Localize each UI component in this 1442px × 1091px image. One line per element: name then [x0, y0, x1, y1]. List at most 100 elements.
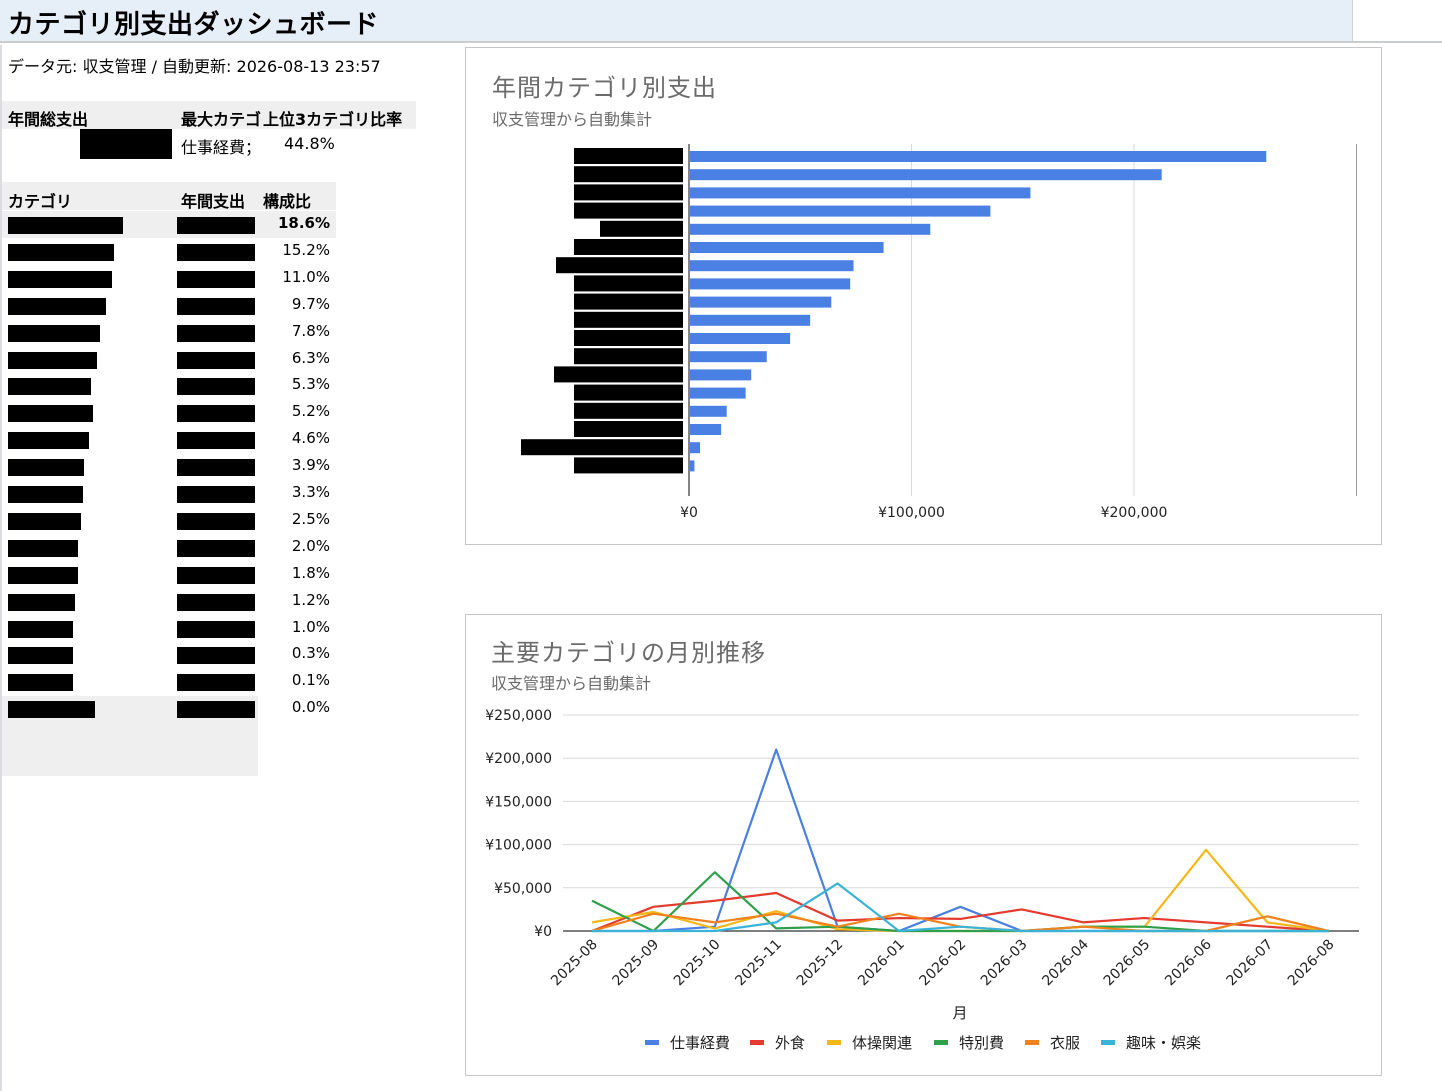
redacted-annual-amount[interactable] — [177, 566, 255, 584]
column-header-category[interactable]: カテゴリ — [8, 188, 72, 212]
kpi-top3-label[interactable]: 上位3カテゴリ比率 — [263, 106, 402, 130]
redacted-bar-label — [600, 220, 683, 237]
redacted-category-name[interactable] — [8, 270, 112, 288]
share-cell[interactable]: 6.3% — [262, 349, 330, 367]
x-tick-label: 2026-02 — [917, 937, 970, 990]
redacted-category-name[interactable] — [8, 539, 78, 557]
redacted-bar-label — [554, 366, 683, 383]
redacted-annual-amount[interactable] — [177, 378, 255, 396]
share-cell[interactable]: 5.3% — [262, 375, 330, 393]
redacted-category-name[interactable] — [8, 351, 97, 369]
redacted-category-name[interactable] — [8, 432, 89, 450]
share-cell[interactable]: 1.2% — [262, 591, 330, 609]
y-tick-label: ¥150,000 — [485, 794, 552, 810]
x-tick-label: 2025-08 — [548, 937, 601, 990]
bar — [690, 424, 722, 435]
redacted-category-name[interactable] — [8, 566, 78, 584]
legend-item: 仕事経費 — [670, 1034, 730, 1052]
legend-item: 外食 — [775, 1034, 805, 1052]
data-source-info[interactable]: データ元: 収支管理 / 自動更新: 2026-08-13 23:57 — [8, 53, 381, 77]
redacted-bar-label — [574, 384, 683, 401]
column-header-share[interactable]: 構成比 — [263, 188, 311, 212]
redacted-annual-amount[interactable] — [177, 674, 255, 692]
kpi-top3-value[interactable]: 44.8% — [284, 134, 335, 153]
redacted-category-name[interactable] — [8, 217, 123, 234]
bar — [690, 260, 854, 272]
redacted-annual-amount[interactable] — [177, 701, 255, 719]
redacted-category-name[interactable] — [8, 324, 100, 342]
redacted-category-name[interactable] — [8, 620, 73, 638]
redacted-category-name[interactable] — [8, 459, 84, 477]
share-cell[interactable]: 2.0% — [262, 537, 330, 555]
share-cell[interactable]: 0.1% — [262, 671, 330, 689]
redacted-total-value[interactable] — [80, 129, 172, 159]
y-tick-label: ¥50,000 — [494, 881, 552, 897]
redacted-category-name[interactable] — [8, 297, 106, 315]
share-cell[interactable]: 0.0% — [262, 698, 330, 716]
bar-chart-panel[interactable]: 年間カテゴリ別支出 収支管理から自動集計 ¥0 ¥100,000 ¥200,000 — [465, 47, 1382, 545]
redacted-category-name[interactable] — [8, 647, 73, 665]
share-cell[interactable]: 0.3% — [262, 644, 330, 662]
x-tick-label: 2026-07 — [1224, 937, 1277, 990]
redacted-category-name[interactable] — [8, 674, 73, 692]
bar — [690, 387, 746, 399]
page-title[interactable]: カテゴリ別支出ダッシュボード — [8, 4, 379, 41]
column-header-annual[interactable]: 年間支出 — [181, 188, 245, 212]
share-cell[interactable]: 15.2% — [262, 241, 330, 259]
bar — [690, 151, 1267, 162]
redacted-annual-amount[interactable] — [177, 486, 255, 503]
redacted-annual-amount[interactable] — [177, 324, 255, 342]
share-cell[interactable]: 3.9% — [262, 456, 330, 474]
x-tick-label: 2026-04 — [1039, 936, 1092, 989]
line-chart-panel[interactable]: 主要カテゴリの月別推移 収支管理から自動集計 ¥0 ¥50,000 ¥100,000… — [465, 614, 1382, 1076]
share-cell[interactable]: 18.6% — [262, 214, 330, 232]
share-cell[interactable]: 9.7% — [262, 295, 330, 313]
share-cell[interactable]: 11.0% — [262, 268, 330, 286]
redacted-category-name[interactable] — [8, 512, 81, 530]
redacted-annual-amount[interactable] — [177, 297, 255, 315]
redacted-annual-amount[interactable] — [177, 351, 255, 369]
share-cell[interactable]: 1.8% — [262, 564, 330, 582]
redacted-annual-amount[interactable] — [177, 620, 255, 638]
redacted-annual-amount[interactable] — [177, 593, 255, 611]
redacted-category-name[interactable] — [8, 593, 75, 611]
redacted-bar-label — [556, 257, 683, 274]
redacted-bar-label — [574, 293, 683, 310]
share-cell[interactable]: 7.8% — [262, 322, 330, 340]
legend-swatch — [1101, 1040, 1115, 1045]
bar — [690, 369, 752, 381]
bar — [690, 187, 1031, 199]
redacted-annual-amount[interactable] — [177, 270, 255, 288]
redacted-annual-amount[interactable] — [177, 217, 255, 234]
redacted-category-name[interactable] — [8, 405, 93, 423]
redacted-bar-label — [574, 330, 683, 346]
redacted-annual-amount[interactable] — [177, 405, 255, 423]
redacted-bar-label — [574, 275, 683, 292]
share-cell[interactable]: 2.5% — [262, 510, 330, 528]
legend-swatch — [750, 1040, 764, 1045]
redacted-bar-label — [574, 239, 683, 255]
kpi-max-category-label[interactable]: 最大カテゴリ — [181, 106, 262, 130]
redacted-annual-amount[interactable] — [177, 243, 255, 261]
kpi-total-label[interactable]: 年間総支出 — [8, 106, 88, 130]
share-cell[interactable]: 4.6% — [262, 429, 330, 447]
share-cell[interactable]: 5.2% — [262, 402, 330, 420]
redacted-annual-amount[interactable] — [177, 432, 255, 450]
redacted-category-name[interactable] — [8, 243, 114, 261]
redacted-category-name[interactable] — [8, 701, 95, 719]
share-cell[interactable]: 3.3% — [262, 483, 330, 501]
redacted-category-name[interactable] — [8, 486, 83, 503]
bar — [690, 205, 991, 217]
legend-swatch — [827, 1040, 841, 1045]
empty-cell[interactable] — [1352, 0, 1442, 43]
redacted-annual-amount[interactable] — [177, 647, 255, 665]
legend-swatch — [934, 1040, 948, 1045]
redacted-annual-amount[interactable] — [177, 539, 255, 557]
x-tick-label: 2025-09 — [610, 937, 663, 990]
share-cell[interactable]: 1.0% — [262, 618, 330, 636]
redacted-annual-amount[interactable] — [177, 459, 255, 477]
x-tick-label: ¥100,000 — [878, 505, 945, 521]
redacted-category-name[interactable] — [8, 378, 91, 396]
redacted-annual-amount[interactable] — [177, 512, 255, 530]
kpi-max-category-value[interactable]: 仕事経費； — [181, 134, 262, 158]
